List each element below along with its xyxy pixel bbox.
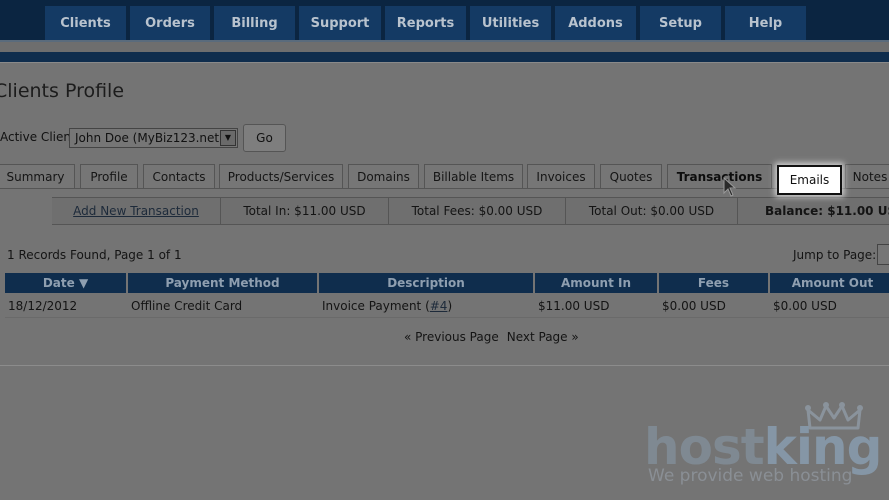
jump-to-page-select[interactable]	[877, 244, 889, 265]
tab-invoices[interactable]: Invoices	[527, 164, 595, 188]
column-header-fees[interactable]: Fees	[659, 273, 768, 293]
nav-support[interactable]: Support	[299, 6, 381, 40]
previous-page-link[interactable]: « Previous Page	[404, 330, 499, 344]
nav-addons[interactable]: Addons	[555, 6, 636, 40]
active-client-select[interactable]: John Doe (MyBiz123.net) ▼	[69, 128, 238, 148]
mouse-cursor-icon	[723, 177, 737, 197]
total-in: Total In: $11.00 USD	[220, 198, 388, 224]
hostking-logo: hostking We provide web hosting	[640, 402, 885, 497]
cell-payment-method: Offline Credit Card	[131, 299, 243, 313]
total-out: Total Out: $0.00 USD	[565, 198, 737, 224]
header-gap	[0, 42, 889, 52]
active-client-label: Active Client:	[0, 130, 80, 144]
pagination: « Previous Page Next Page »	[404, 330, 587, 344]
nav-orders[interactable]: Orders	[130, 6, 210, 40]
nav-setup[interactable]: Setup	[640, 6, 721, 40]
header-bar	[0, 52, 889, 62]
logo-tagline: We provide web hosting	[648, 466, 853, 486]
tab-quotes[interactable]: Quotes	[600, 164, 662, 188]
nav-reports[interactable]: Reports	[385, 6, 466, 40]
top-nav: Clients Orders Billing Support Reports U…	[0, 0, 889, 42]
next-page-link[interactable]: Next Page »	[507, 330, 579, 344]
page: Clients Orders Billing Support Reports U…	[0, 0, 889, 500]
nav-help[interactable]: Help	[725, 6, 806, 40]
content-bottom-divider	[0, 365, 889, 366]
cell-fees: $0.00 USD	[662, 299, 726, 313]
tab-summary[interactable]: Summary	[0, 164, 75, 188]
add-new-transaction-link[interactable]: Add New Transaction	[73, 204, 199, 218]
nav-utilities[interactable]: Utilities	[470, 6, 551, 40]
tab-contacts[interactable]: Contacts	[143, 164, 215, 188]
column-header-description[interactable]: Description	[319, 273, 533, 293]
tabs-baseline	[0, 188, 889, 189]
transaction-summary-bar: Add New Transaction Total In: $11.00 USD…	[52, 197, 889, 225]
invoice-link[interactable]: #4	[430, 299, 448, 313]
tab-notes[interactable]: Notes	[845, 164, 889, 188]
nav-clients[interactable]: Clients	[45, 6, 126, 40]
cell-amount-in: $11.00 USD	[538, 299, 610, 313]
tab-products-services[interactable]: Products/Services	[219, 164, 343, 188]
add-transaction-cell: Add New Transaction	[52, 198, 220, 224]
column-header-payment-method[interactable]: Payment Method	[128, 273, 317, 293]
description-prefix: Invoice Payment (	[322, 299, 430, 313]
column-header-amount-in[interactable]: Amount In	[535, 273, 657, 293]
tab-profile[interactable]: Profile	[80, 164, 138, 188]
selected-client-text: John Doe (MyBiz123.net)	[75, 131, 224, 145]
nav-billing[interactable]: Billing	[214, 6, 295, 40]
tab-domains[interactable]: Domains	[348, 164, 419, 188]
cell-amount-out: $0.00 USD	[773, 299, 837, 313]
page-title: Clients Profile	[0, 80, 125, 102]
go-button[interactable]: Go	[243, 124, 286, 152]
chevron-down-icon[interactable]: ▼	[220, 130, 236, 146]
cell-description: Invoice Payment (#4)	[322, 297, 452, 315]
row-divider	[5, 317, 889, 318]
tab-emails[interactable]: Emails	[777, 165, 842, 195]
column-header-amount-out[interactable]: Amount Out	[770, 273, 889, 293]
total-fees: Total Fees: $0.00 USD	[388, 198, 565, 224]
logo-wordmark: hostking	[644, 422, 882, 472]
description-suffix: )	[447, 299, 453, 313]
tab-transactions[interactable]: Transactions	[667, 164, 772, 189]
tab-billable-items[interactable]: Billable Items	[424, 164, 523, 188]
header-divider	[0, 62, 889, 63]
column-header-date[interactable]: Date ▼	[5, 273, 126, 293]
records-found: 1 Records Found, Page 1 of 1	[7, 248, 182, 262]
cell-date: 18/12/2012	[8, 299, 78, 313]
jump-to-page-label: Jump to Page:	[793, 248, 877, 262]
balance: Balance: $11.00 USD	[737, 198, 889, 224]
